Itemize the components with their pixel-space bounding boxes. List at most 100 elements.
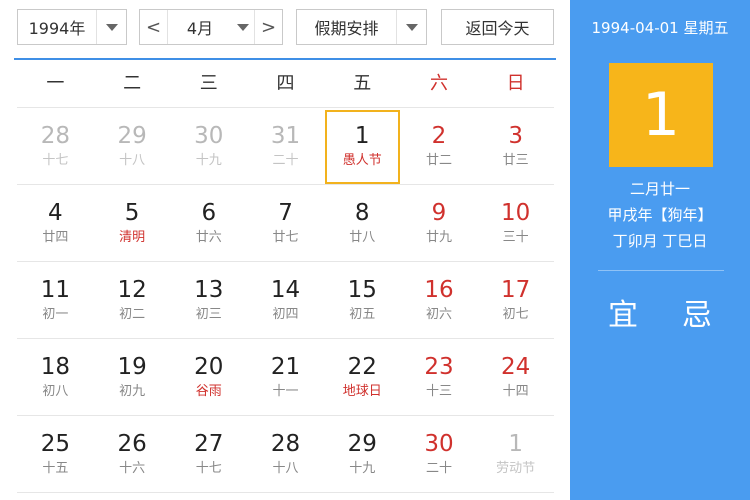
lunar-day-label: 初五	[349, 307, 376, 322]
weekday-wed: 三	[199, 73, 218, 94]
day-number: 1	[354, 123, 370, 149]
day-cell[interactable]: 15 初五	[324, 262, 401, 338]
lunar-day-label: 初六	[425, 307, 452, 322]
holiday-select-value: 假期安排	[314, 19, 379, 38]
weekday-fri: 五	[353, 73, 372, 94]
lunar-day-label: 三十	[502, 230, 529, 245]
year-dropdown-button[interactable]	[96, 10, 126, 44]
day-cell[interactable]: 7 廿七	[247, 185, 324, 261]
day-cell-selected[interactable]: 1 愚人节	[324, 108, 401, 184]
day-number: 29	[117, 123, 147, 149]
day-cell[interactable]: 29 十八	[94, 108, 171, 184]
day-number: 6	[201, 200, 217, 226]
day-cell[interactable]: 10 三十	[477, 185, 554, 261]
week-row: 11 初一 12 初二 13 初三 14 初四 15 初五 16 初六 17 初七	[17, 262, 554, 339]
day-number: 30	[194, 123, 224, 149]
back-to-today-button[interactable]: 返回今天	[441, 9, 554, 45]
day-cell[interactable]: 17 初七	[477, 262, 554, 338]
day-cell[interactable]: 30 二十	[401, 416, 478, 492]
calendar-toolbar: 1994年 < 4月 > 假期安排 返回今天	[0, 0, 570, 58]
day-cell[interactable]: 26 十六	[94, 416, 171, 492]
chevron-down-icon	[105, 23, 118, 31]
day-cell[interactable]: 31 二十	[247, 108, 324, 184]
lunar-day-label: 廿六	[195, 230, 222, 245]
lunar-day-label: 初一	[42, 307, 69, 322]
lunar-day-label: 十七	[42, 153, 69, 168]
day-cell[interactable]: 24 十四	[477, 339, 554, 415]
day-cell[interactable]: 27 十七	[170, 416, 247, 492]
day-cell[interactable]: 16 初六	[401, 262, 478, 338]
day-cell[interactable]: 29 十九	[324, 416, 401, 492]
day-cell[interactable]: 19 初九	[94, 339, 171, 415]
day-cell[interactable]: 9 廿九	[401, 185, 478, 261]
day-cell[interactable]: 14 初四	[247, 262, 324, 338]
lunar-day-label: 廿二	[425, 153, 452, 168]
day-cell[interactable]: 28 十八	[247, 416, 324, 492]
lunar-day-label: 二十	[425, 461, 452, 476]
day-number: 8	[354, 200, 370, 226]
holiday-dropdown-button[interactable]	[396, 10, 426, 44]
day-number: 17	[501, 277, 531, 303]
selected-date-line: 1994-04-01 星期五	[591, 19, 729, 37]
day-number: 25	[40, 431, 70, 457]
day-cell[interactable]: 22 地球日	[324, 339, 401, 415]
day-number: 13	[194, 277, 224, 303]
day-cell[interactable]: 2 廿二	[401, 108, 478, 184]
day-cell[interactable]: 5 清明	[94, 185, 171, 261]
day-cell[interactable]: 3 廿三	[477, 108, 554, 184]
calendar-grid: 一 二 三 四 五 六 日 28 十七 29 十八 30 十九 31 二十 1 愚人节 2 廿二 3 廿三…	[17, 60, 554, 493]
weekday-tue: 二	[123, 73, 142, 94]
day-cell[interactable]: 20 谷雨	[170, 339, 247, 415]
weekday-header: 一 二 三 四 五 六 日	[17, 60, 554, 108]
holiday-select[interactable]: 假期安排	[296, 9, 427, 45]
day-cell[interactable]: 30 十九	[170, 108, 247, 184]
month-day-ganzhi: 丁卯月 丁巳日	[612, 232, 708, 250]
day-number: 31	[270, 123, 301, 149]
day-cell[interactable]: 4 廿四	[17, 185, 94, 261]
day-number: 18	[40, 354, 70, 380]
week-row: 28 十七 29 十八 30 十九 31 二十 1 愚人节 2 廿二 3 廿三	[17, 108, 554, 185]
weekday-sat: 六	[429, 73, 448, 94]
lunar-day-label: 十九	[195, 153, 222, 168]
weekday-mon: 一	[46, 73, 65, 94]
day-cell[interactable]: 28 十七	[17, 108, 94, 184]
day-number: 24	[501, 354, 531, 380]
day-number: 19	[117, 354, 147, 380]
lunar-day-label: 初四	[272, 307, 299, 322]
prev-month-button[interactable]: <	[140, 10, 168, 44]
day-cell[interactable]: 13 初三	[170, 262, 247, 338]
lunar-day-label: 十四	[502, 384, 529, 399]
day-cell[interactable]: 8 廿八	[324, 185, 401, 261]
day-cell[interactable]: 1 劳动节	[477, 416, 554, 492]
day-number: 10	[501, 200, 531, 226]
day-number: 15	[347, 277, 377, 303]
day-cell[interactable]: 11 初一	[17, 262, 94, 338]
lunar-day-label: 十九	[349, 461, 376, 476]
month-dropdown-button[interactable]	[232, 10, 254, 44]
day-cell[interactable]: 6 廿六	[170, 185, 247, 261]
year-select[interactable]: 1994年	[17, 9, 127, 45]
lunar-day-label: 初九	[119, 384, 146, 399]
lunar-day-label: 廿三	[502, 153, 529, 168]
month-select-value[interactable]: 4月	[168, 15, 232, 39]
lunar-date: 二月廿一	[629, 180, 690, 198]
lunar-day-label: 十八	[272, 461, 299, 476]
day-cell[interactable]: 21 十一	[247, 339, 324, 415]
lunar-day-label: 廿七	[272, 230, 299, 245]
day-cell[interactable]: 23 十三	[401, 339, 478, 415]
calendar-weeks: 28 十七 29 十八 30 十九 31 二十 1 愚人节 2 廿二 3 廿三 4 廿四 5 清明 6 廿六 7 廿七 8 廿…	[17, 108, 554, 493]
day-cell[interactable]: 12 初二	[94, 262, 171, 338]
day-number: 12	[117, 277, 147, 303]
day-number: 29	[347, 431, 377, 457]
month-selector: < 4月 >	[139, 9, 283, 45]
lunar-day-label: 初二	[119, 307, 146, 322]
year-select-value: 1994年	[28, 19, 86, 38]
year-ganzhi: 甲戌年【狗年】	[607, 206, 713, 224]
chevron-down-icon	[405, 23, 418, 31]
day-cell[interactable]: 18 初八	[17, 339, 94, 415]
lunar-day-label: 十三	[425, 384, 452, 399]
next-month-button[interactable]: >	[254, 10, 282, 44]
week-row: 25 十五 26 十六 27 十七 28 十八 29 十九 30 二十 1 劳动节	[17, 416, 554, 493]
lunar-day-label: 十八	[119, 153, 146, 168]
day-cell[interactable]: 25 十五	[17, 416, 94, 492]
